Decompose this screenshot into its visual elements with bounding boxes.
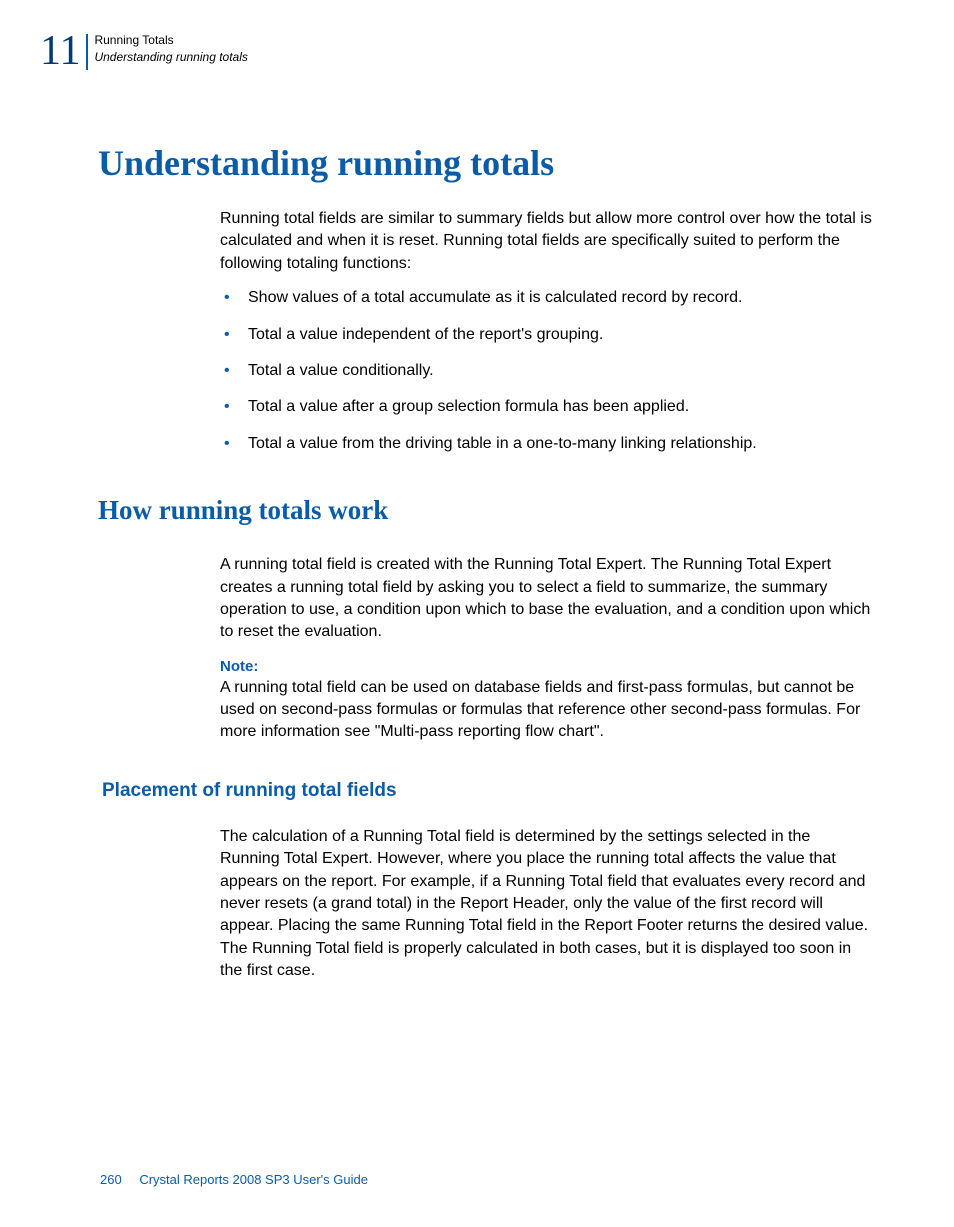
header-text-block: Running Totals Understanding running tot… <box>94 30 247 66</box>
list-item: Show values of a total accumulate as it … <box>220 287 874 309</box>
page-number: 260 <box>100 1172 122 1187</box>
page-title: Understanding running totals <box>98 142 894 184</box>
chapter-number: 11 <box>40 30 80 72</box>
book-title: Crystal Reports 2008 SP3 User's Guide <box>139 1172 368 1187</box>
list-item: Total a value after a group selection fo… <box>220 396 874 418</box>
section-heading: How running totals work <box>98 495 894 526</box>
section3-paragraph: The calculation of a Running Total field… <box>220 826 874 983</box>
header-chapter-title: Running Totals <box>94 32 247 49</box>
page-footer: 260 Crystal Reports 2008 SP3 User's Guid… <box>100 1172 368 1187</box>
note-label: Note: <box>220 658 874 675</box>
header-section-title: Understanding running totals <box>94 49 247 66</box>
list-item: Total a value conditionally. <box>220 360 874 382</box>
header-divider <box>86 34 88 70</box>
bullet-list: Show values of a total accumulate as it … <box>220 287 874 455</box>
section2-paragraph: A running total field is created with th… <box>220 554 874 644</box>
note-body: A running total field can be used on dat… <box>220 677 874 744</box>
subsection-heading: Placement of running total fields <box>102 780 894 802</box>
intro-paragraph: Running total fields are similar to summ… <box>220 208 874 275</box>
page-header: 11 Running Totals Understanding running … <box>40 30 894 72</box>
list-item: Total a value from the driving table in … <box>220 433 874 455</box>
list-item: Total a value independent of the report'… <box>220 324 874 346</box>
